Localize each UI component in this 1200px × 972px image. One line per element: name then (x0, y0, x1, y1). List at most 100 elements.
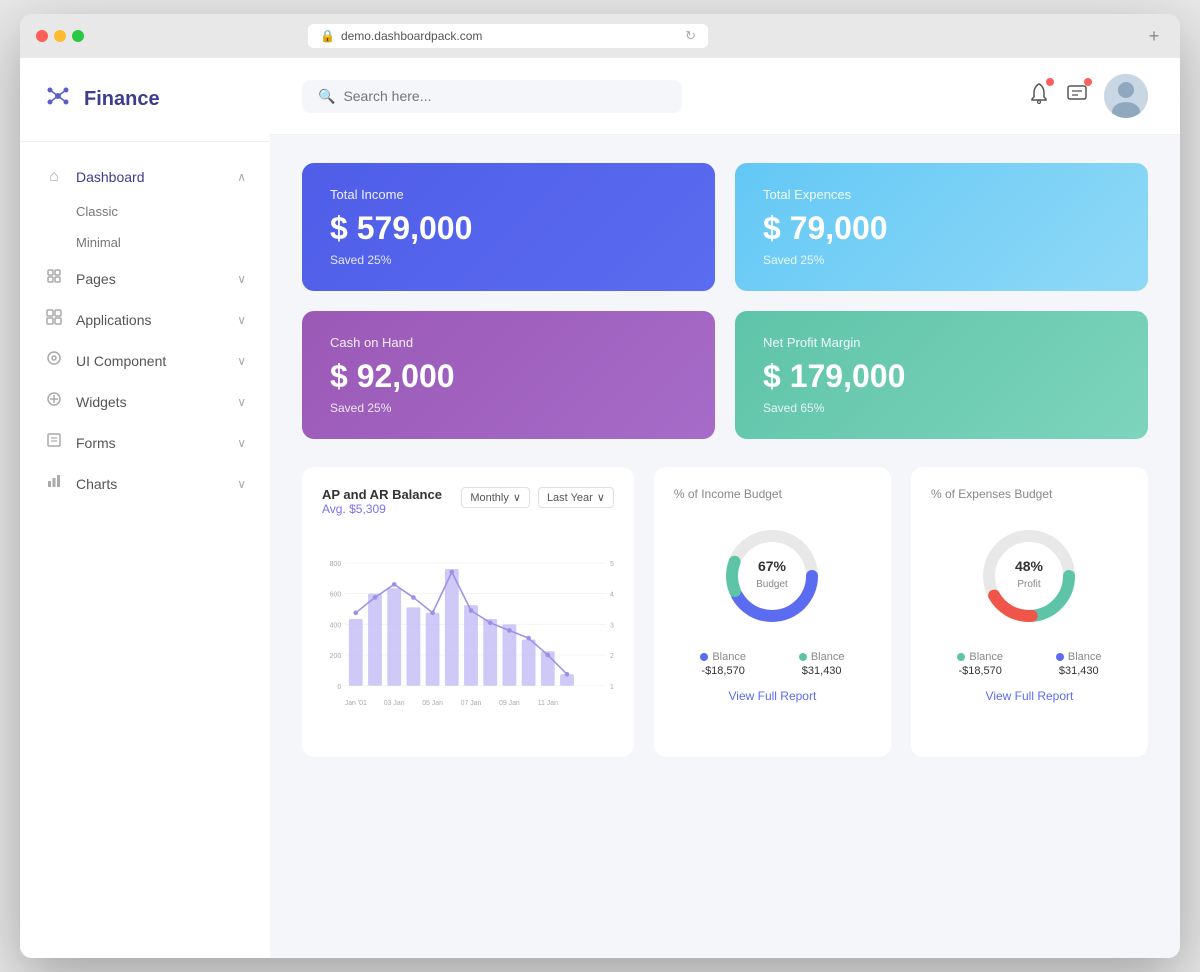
view-full-report-2[interactable]: View Full Report (931, 689, 1128, 703)
donut1-center: 67% Budget (674, 521, 871, 631)
charts-icon (44, 473, 64, 494)
notification-button[interactable] (1028, 82, 1050, 110)
legend-item-1: Blance -$18,570 (700, 651, 746, 677)
close-button[interactable] (36, 30, 48, 42)
legend-item-3: Blance -$18,570 (957, 651, 1003, 677)
nav-menu: ⌂ Dashboard ∧ Classic Minimal (20, 142, 270, 958)
chevron-down-icon: ∨ (597, 491, 605, 504)
maximize-button[interactable] (72, 30, 84, 42)
svg-text:05 Jan: 05 Jan (422, 700, 443, 707)
bar-chart-svg: 800 600 400 200 0 50 40 30 20 10 (322, 532, 614, 732)
sidebar-item-ui-component[interactable]: UI Component ∨ (20, 340, 270, 381)
logo-text: Finance (84, 88, 160, 111)
ui-component-icon (44, 350, 64, 371)
chevron-down-icon: ∨ (513, 491, 521, 504)
dashboard-body: Total Income $ 579,000 Saved 25% Total E… (270, 135, 1180, 958)
donut1-legend: Blance -$18,570 Blance $31,430 (674, 651, 871, 677)
svg-text:Budget: Budget (757, 579, 789, 590)
legend-dot-blue (700, 653, 708, 661)
svg-text:09 Jan: 09 Jan (499, 700, 520, 707)
home-icon: ⌂ (44, 168, 64, 186)
svg-text:48%: 48% (1015, 558, 1044, 574)
new-tab-button[interactable]: + (1144, 26, 1164, 46)
svg-text:600: 600 (330, 592, 342, 599)
chart-header: AP and AR Balance Avg. $5,309 Monthly ∨ … (322, 487, 614, 528)
legend-dot-blue2 (1056, 653, 1064, 661)
search-input[interactable] (343, 88, 666, 104)
svg-text:30: 30 (610, 622, 614, 629)
chevron-down-icon: ∨ (237, 354, 246, 368)
donut1-svg: 67% Budget (717, 521, 827, 631)
legend-item-2: Blance $31,430 (799, 651, 845, 677)
sidebar: Finance ⌂ Dashboard ∧ Classic Minimal (20, 58, 270, 958)
legend-item-4: Blance $31,430 (1056, 651, 1102, 677)
notification-badge (1046, 78, 1054, 86)
donut2-legend: Blance -$18,570 Blance $31,430 (931, 651, 1128, 677)
stat-card-net-profit: Net Profit Margin $ 179,000 Saved 65% (735, 311, 1148, 439)
address-bar[interactable]: 🔒 demo.dashboardpack.com ↻ (308, 24, 708, 48)
forms-icon (44, 432, 64, 453)
legend-dot-teal (799, 653, 807, 661)
svg-text:67%: 67% (758, 558, 787, 574)
svg-text:11 Jan: 11 Jan (538, 700, 558, 707)
logo-icon (44, 82, 72, 117)
svg-text:07 Jan: 07 Jan (461, 700, 482, 707)
sidebar-item-applications[interactable]: Applications ∨ (20, 299, 270, 340)
url-text: demo.dashboardpack.com (341, 29, 482, 43)
svg-text:20: 20 (610, 653, 614, 660)
chevron-down-icon: ∨ (237, 477, 246, 491)
sidebar-item-pages[interactable]: Pages ∨ (20, 258, 270, 299)
chart-title-area: AP and AR Balance Avg. $5,309 (322, 487, 442, 528)
expenses-budget-card: % of Expenses Budget 48% Profit (911, 467, 1148, 757)
chevron-down-icon: ∨ (237, 272, 246, 286)
app-container: Finance ⌂ Dashboard ∧ Classic Minimal (20, 58, 1180, 958)
chevron-down-icon: ∨ (237, 395, 246, 409)
refresh-icon[interactable]: ↻ (685, 28, 696, 44)
pages-icon (44, 268, 64, 289)
stat-card-total-income: Total Income $ 579,000 Saved 25% (302, 163, 715, 291)
topbar: 🔍 (270, 58, 1180, 135)
browser-chrome: 🔒 demo.dashboardpack.com ↻ + (20, 14, 1180, 58)
search-bar[interactable]: 🔍 (302, 80, 682, 113)
donut1-title: % of Income Budget (674, 487, 871, 501)
message-badge (1084, 78, 1092, 86)
main-content: 🔍 (270, 58, 1180, 958)
lock-icon: 🔒 (320, 29, 335, 43)
chevron-down-icon: ∨ (237, 313, 246, 327)
svg-text:50: 50 (610, 561, 614, 568)
chevron-up-icon: ∧ (237, 170, 246, 184)
widgets-icon (44, 391, 64, 412)
search-icon: 🔍 (318, 88, 335, 105)
stat-cards: Total Income $ 579,000 Saved 25% Total E… (302, 163, 1148, 439)
minimize-button[interactable] (54, 30, 66, 42)
sidebar-item-dashboard[interactable]: ⌂ Dashboard ∧ (20, 158, 270, 196)
income-budget-card: % of Income Budget 67% Budget (654, 467, 891, 757)
avatar[interactable] (1104, 74, 1148, 118)
sidebar-item-charts[interactable]: Charts ∨ (20, 463, 270, 504)
chevron-down-icon: ∨ (237, 436, 246, 450)
view-full-report-1[interactable]: View Full Report (674, 689, 871, 703)
legend-dot-teal2 (957, 653, 965, 661)
bar-chart-card: AP and AR Balance Avg. $5,309 Monthly ∨ … (302, 467, 634, 757)
svg-text:10: 10 (610, 684, 614, 691)
sidebar-sub-minimal[interactable]: Minimal (20, 227, 270, 258)
svg-text:200: 200 (330, 653, 342, 660)
avatar-image (1104, 74, 1148, 118)
browser-window: 🔒 demo.dashboardpack.com ↻ + (20, 14, 1180, 958)
sidebar-sub-classic[interactable]: Classic (20, 196, 270, 227)
donut2-title: % of Expenses Budget (931, 487, 1128, 501)
logo-area: Finance (20, 58, 270, 142)
last-year-filter-button[interactable]: Last Year ∨ (538, 487, 614, 508)
traffic-lights (36, 30, 84, 42)
monthly-filter-button[interactable]: Monthly ∨ (461, 487, 530, 508)
svg-text:40: 40 (610, 592, 614, 599)
stat-card-total-expences: Total Expences $ 79,000 Saved 25% (735, 163, 1148, 291)
donut2-svg: 48% Profit (974, 521, 1084, 631)
svg-text:800: 800 (330, 561, 342, 568)
sidebar-item-widgets[interactable]: Widgets ∨ (20, 381, 270, 422)
svg-text:400: 400 (330, 622, 342, 629)
sidebar-item-forms[interactable]: Forms ∨ (20, 422, 270, 463)
message-button[interactable] (1066, 82, 1088, 110)
stat-card-cash-on-hand: Cash on Hand $ 92,000 Saved 25% (302, 311, 715, 439)
charts-section: AP and AR Balance Avg. $5,309 Monthly ∨ … (302, 467, 1148, 757)
